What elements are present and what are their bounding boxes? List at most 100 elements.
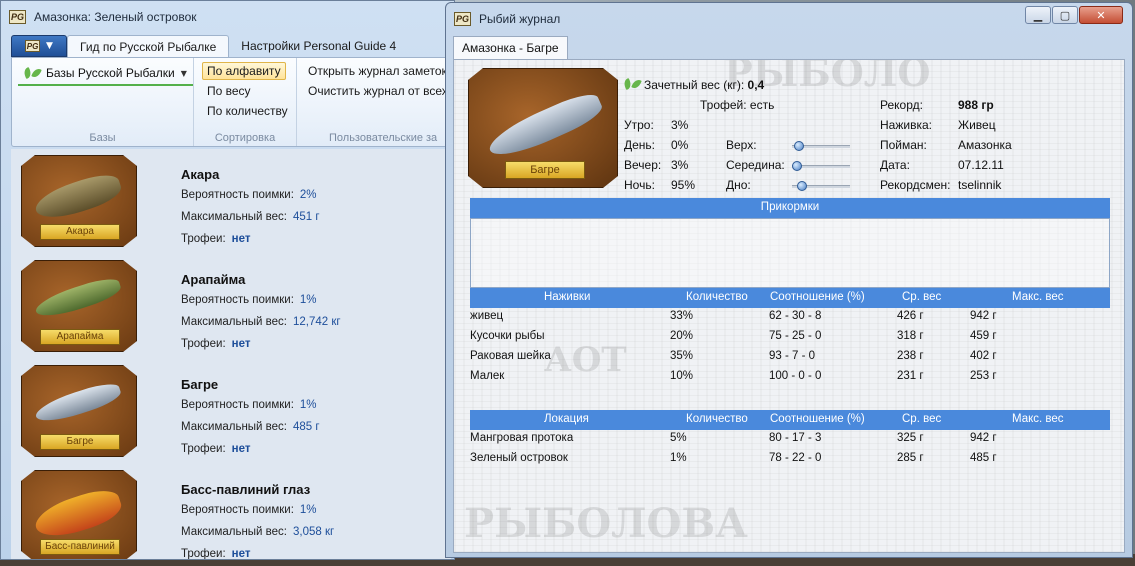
fish-card-bagre[interactable]: Багре Багре Вероятность поимки: 1% Максим… [11,359,451,464]
ribbon-group-user: Открыть журнал заметок Очистить журнал о… [297,58,450,146]
depth-label-middle: Середина: [726,158,785,172]
record-holder-value: tselinnik [958,178,1002,192]
groundbait-box [470,218,1110,288]
max-weight: Максимальный вес: 485 г [181,421,320,433]
tab-guide[interactable]: Гид по Русской Рыбалке [67,35,230,57]
close-button[interactable]: ✕ [1079,6,1123,24]
row-name-cell: Раковая шейка [470,350,551,362]
bases-dropdown-button[interactable]: Базы Русской Рыбалки ▼ [18,62,193,86]
table-cell: 253 г [970,370,997,382]
credit-weight: Зачетный вес (кг): 0,4 [644,78,765,92]
table-cell: 426 г [897,310,924,322]
tab-settings[interactable]: Настройки Personal Guide 4 [229,35,408,57]
time-value-night: 95% [671,178,696,192]
row-name-cell: Мангровая протока [470,432,574,444]
fish-name: Багре [181,377,219,392]
pg-logo-icon: PG [9,10,26,24]
date-label: Дата: [880,158,910,172]
trophy-status: Трофей: есть [700,98,775,112]
max-weight: Максимальный вес: 451 г [181,211,320,223]
date-value: 07.12.11 [958,158,1004,172]
pg-logo-icon: PG [25,40,41,52]
table-cell: 1% [670,452,687,464]
record-label: Рекорд: [880,98,923,112]
chevron-down-icon: ▼ [180,68,187,78]
fish-plaque-image: Басс-павлиний глаз [21,470,137,559]
table-cell: 75 - 25 - 0 [769,330,822,342]
plaque-label: Басс-павлиний глаз [40,539,120,555]
fish-icon [30,484,126,544]
table-cell: 80 - 17 - 3 [769,432,822,444]
table-cell: 78 - 22 - 0 [769,452,822,464]
table-cell: 231 г [897,370,924,382]
time-label-day: День: [624,138,656,152]
main-titlebar[interactable]: PG Амазонка: Зеленый островок [1,1,454,33]
time-label-night: Ночь: [624,178,655,192]
open-notes-button[interactable]: Открыть журнал заметок [304,63,450,79]
ribbon-group-bases: Базы Русской Рыбалки ▼ Базы [12,58,194,146]
maximize-button[interactable]: ▢ [1052,6,1078,24]
fish-icon [31,169,125,225]
max-weight: Максимальный вес: 3,058 кг [181,526,335,538]
col-header: Ср. вес [902,291,942,303]
minimize-button[interactable]: ▁ [1025,6,1051,24]
journal-tabs: Амазонка - Багре [453,36,568,60]
clear-notes-button[interactable]: Очистить журнал от всех [304,83,450,99]
record-value: 988 гр [958,98,994,112]
plaque-label: Багре [40,434,120,450]
catch-probability: Вероятность поимки: 1% [181,504,317,516]
table-cell: 35% [670,350,694,362]
fish-name: Басс-павлиний глаз [181,482,311,497]
groundbait-header: Прикормки [470,198,1110,218]
fish-list: Акара Акара Вероятность поимки: 2% Максим… [11,149,451,560]
fish-icon [32,273,124,323]
sort-count-button[interactable]: По количеству [203,103,292,119]
col-header: Количество [686,413,748,425]
row-name-cell: живец [470,310,504,322]
bait-label: Наживка: [880,118,932,132]
depth-label-bottom: Дно: [726,178,751,192]
col-header: Макс. вес [1012,291,1064,303]
trophies: Трофеи: нет [181,233,251,245]
fish-plaque-image: Багре [21,365,137,457]
catch-probability: Вероятность поимки: 1% [181,399,317,411]
fish-journal-window: PG Рыбий журнал ▁ ▢ ✕ Амазонка - Багре Р… [445,2,1133,558]
background-decoration: АОТ [544,340,627,380]
caught-value: Амазонка [958,138,1012,152]
sort-alphabet-button[interactable]: По алфавиту [202,62,286,80]
col-header: Ср. вес [902,413,942,425]
depth-slider-top [792,141,850,151]
fish-icon [32,378,124,428]
main-window: PG Амазонка: Зеленый островок PG ▼ Гид п… [0,0,455,560]
table-cell: 20% [670,330,694,342]
group-label-user: Пользовательские за [329,132,438,144]
fish-card-akara[interactable]: Акара Акара Вероятность поимки: 2% Максим… [11,149,451,254]
table-cell: 318 г [897,330,924,342]
bases-button-label: Базы Русской Рыбалки [46,66,175,80]
fish-name: Акара [181,167,220,182]
minimize-icon: ▁ [1033,8,1043,22]
table-cell: 93 - 7 - 0 [769,350,816,362]
fish-card-peacock-bass[interactable]: Басс-павлиний глаз Басс-павлиний глаз Ве… [11,464,451,560]
trophies: Трофеи: нет [181,443,251,455]
fish-plaque-image: Арапайма [21,260,137,352]
sort-weight-button[interactable]: По весу [203,83,255,99]
journal-panel: РЫБОЛО РЫБОЛОВА АОТ Багре Зачетный вес (… [453,59,1125,553]
table-cell: 10% [670,370,694,382]
time-label-evening: Вечер: [624,158,662,172]
row-name-cell: Кусочки рыбы [470,330,545,342]
table-cell: 325 г [897,432,924,444]
tab-amazon-bagre[interactable]: Амазонка - Багре [453,36,568,60]
time-label-morning: Утро: [624,118,654,132]
fish-card-arapaima[interactable]: Арапайма Арапайма Вероятность поимки: 1% … [11,254,451,359]
time-value-evening: 3% [671,158,689,172]
table-cell: 942 г [970,432,997,444]
table-cell: 402 г [970,350,997,362]
plaque-label: Арапайма [40,329,120,345]
trophies: Трофеи: нет [181,548,251,560]
depth-slider-middle [792,161,850,171]
plaque-label: Багре [505,161,585,179]
pg-logo-icon: PG [454,12,471,26]
app-menu-button[interactable]: PG ▼ [11,35,67,57]
maximize-icon: ▢ [1059,8,1071,22]
